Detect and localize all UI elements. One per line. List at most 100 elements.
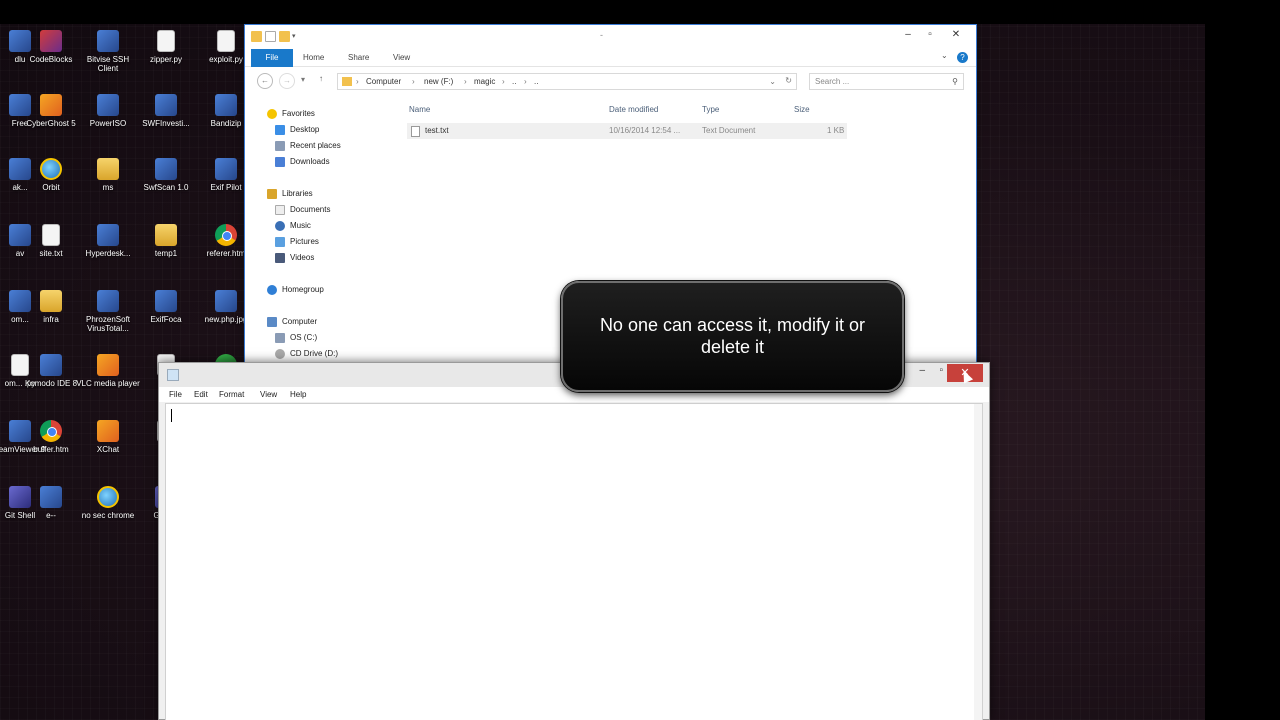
nav-libraries[interactable]: Libraries: [267, 187, 313, 201]
documents-icon: [275, 204, 285, 215]
videos-icon: [275, 252, 285, 263]
breadcrumb-item[interactable]: ..: [534, 77, 538, 86]
vlc-icon: [97, 354, 119, 376]
help-icon[interactable]: ?: [957, 52, 968, 63]
desktop-shortcut[interactable]: Orbit: [19, 158, 83, 192]
address-dropdown-icon[interactable]: ⌄: [769, 77, 776, 86]
chevron-down-icon[interactable]: ▾: [292, 33, 300, 41]
star-icon: [267, 108, 277, 119]
desktop-shortcut[interactable]: no sec chrome: [76, 486, 140, 520]
desktop-shortcut[interactable]: e--: [19, 486, 83, 520]
nav-item-documents[interactable]: Documents: [275, 203, 330, 217]
nav-computer[interactable]: Computer: [267, 315, 317, 329]
desktop-shortcut-label: no sec chrome: [81, 511, 135, 520]
desktop-shortcut[interactable]: site.txt: [19, 224, 83, 258]
navigation-pane: Favorites Desktop Recent places Download…: [245, 103, 405, 365]
annotation-callout: No one can access it, modify it or delet…: [561, 281, 904, 392]
column-header-type[interactable]: Type: [702, 103, 719, 117]
nav-label: Desktop: [290, 125, 320, 134]
desktop-shortcut[interactable]: ms: [76, 158, 140, 192]
forward-icon[interactable]: →: [279, 73, 295, 89]
breadcrumb-separator: ›: [412, 77, 415, 86]
breadcrumb-drive[interactable]: new (F:): [424, 77, 453, 86]
nav-item-os-drive[interactable]: OS (C:): [275, 331, 317, 345]
desktop-shortcut[interactable]: infra: [19, 290, 83, 324]
menu-help[interactable]: Help: [290, 390, 306, 399]
desktop-shortcut[interactable]: SWFInvesti...: [134, 94, 198, 128]
up-icon[interactable]: ↑: [319, 74, 323, 83]
folder-icon: [40, 290, 62, 312]
vertical-scrollbar[interactable]: [974, 404, 982, 720]
explorer-titlebar: ▾ - – ▫ ✕: [245, 25, 976, 49]
menu-edit[interactable]: Edit: [194, 390, 208, 399]
pictures-icon: [275, 236, 285, 247]
nav-homegroup[interactable]: Homegroup: [267, 283, 324, 297]
komodo-icon: [40, 354, 62, 376]
desktop-shortcut[interactable]: XChat: [76, 420, 140, 454]
desktop-shortcut[interactable]: temp1: [134, 224, 198, 258]
desktop-shortcut[interactable]: Bitvise SSH Client: [76, 30, 140, 73]
orbit-icon: [40, 158, 62, 180]
desktop-shortcut-label: XChat: [96, 445, 120, 454]
desktop-shortcut-label: Bitvise SSH Client: [86, 55, 130, 73]
menu-view[interactable]: View: [260, 390, 277, 399]
properties-icon[interactable]: [265, 31, 276, 42]
desktop-shortcut[interactable]: ExifFoca: [134, 290, 198, 324]
nav-item-recent-places[interactable]: Recent places: [275, 139, 341, 153]
maximize-button[interactable]: ▫: [919, 27, 941, 43]
ribbon-tab-file[interactable]: File: [251, 49, 293, 67]
desktop-shortcut[interactable]: buffer.htm: [19, 420, 83, 454]
nav-item-music[interactable]: Music: [275, 219, 311, 233]
hyperdesk-icon: [97, 224, 119, 246]
file-size: 1 KB: [827, 126, 845, 135]
nav-item-cd-drive[interactable]: CD Drive (D:): [275, 347, 338, 361]
new-folder-icon[interactable]: [279, 31, 290, 42]
refresh-icon[interactable]: ↻: [785, 76, 792, 85]
nav-item-videos[interactable]: Videos: [275, 251, 314, 265]
menu-format[interactable]: Format: [219, 390, 244, 399]
desktop-shortcut[interactable]: CyberGhost 5: [19, 94, 83, 128]
ribbon-tab-share[interactable]: Share: [348, 49, 369, 67]
desktop-shortcut[interactable]: PowerISO: [76, 94, 140, 128]
desktop-shortcut-label: SWFInvesti...: [142, 119, 190, 128]
swf-icon: [155, 94, 177, 116]
explorer-ribbon: File Home Share View ⌄ ?: [245, 49, 976, 67]
desktop-shortcut-label: site.txt: [39, 249, 63, 258]
minimize-button[interactable]: –: [897, 27, 919, 43]
ribbon-tab-view[interactable]: View: [393, 49, 410, 67]
search-input[interactable]: Search ... ⚲: [809, 73, 964, 90]
close-button[interactable]: ✕: [945, 27, 967, 43]
column-header-name[interactable]: Name: [409, 103, 430, 117]
cd-drive-icon: [275, 348, 285, 359]
desktop-shortcut[interactable]: CodeBlocks: [19, 30, 83, 64]
desktop-shortcut[interactable]: SwfScan 1.0: [134, 158, 198, 192]
nav-item-desktop[interactable]: Desktop: [275, 123, 319, 137]
menu-file[interactable]: File: [169, 390, 182, 399]
breadcrumb-computer[interactable]: Computer: [366, 77, 401, 86]
address-bar[interactable]: › Computer › new (F:) › magic › .. › .. …: [337, 73, 797, 90]
expand-ribbon-icon[interactable]: ⌄: [941, 51, 948, 60]
breadcrumb-item[interactable]: ..: [512, 77, 516, 86]
desktop-shortcut[interactable]: Hyperdesk...: [76, 224, 140, 258]
recent-locations-icon[interactable]: ▾: [301, 75, 305, 84]
ribbon-tab-home[interactable]: Home: [303, 49, 324, 67]
minimize-button[interactable]: –: [919, 365, 925, 376]
table-row[interactable]: test.txt 10/16/2014 12:54 ... Text Docum…: [407, 123, 847, 139]
drive-icon: [275, 332, 285, 343]
nav-item-downloads[interactable]: Downloads: [275, 155, 330, 169]
desktop-shortcut[interactable]: PhrozenSoft VirusTotal...: [76, 290, 140, 333]
column-header-date-modified[interactable]: Date modified: [609, 103, 658, 117]
text-file-icon: [411, 126, 420, 137]
back-icon[interactable]: ←: [257, 73, 273, 89]
notepad-text-area[interactable]: [165, 403, 983, 720]
desktop-shortcut[interactable]: Komodo IDE 8: [19, 354, 83, 388]
nav-item-pictures[interactable]: Pictures: [275, 235, 319, 249]
address-bar-row: ← → ▾ ↑ › Computer › new (F:) › magic › …: [245, 67, 976, 95]
search-icon[interactable]: ⚲: [952, 74, 958, 89]
desktop-shortcut[interactable]: zipper.py: [134, 30, 198, 64]
column-header-size[interactable]: Size: [794, 103, 810, 117]
nav-favorites[interactable]: Favorites: [267, 107, 315, 121]
breadcrumb-magic[interactable]: magic: [474, 77, 495, 86]
maximize-button[interactable]: ▫: [939, 365, 943, 376]
desktop-shortcut[interactable]: VLC media player: [76, 354, 140, 388]
